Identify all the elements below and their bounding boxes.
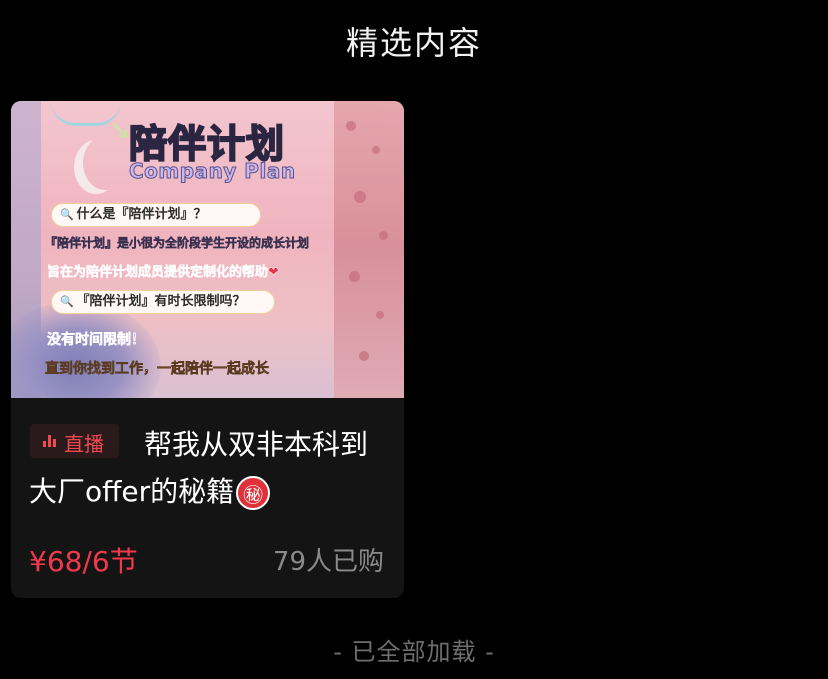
poster-line-3: 没有时间限制！ bbox=[47, 332, 146, 349]
poster-question-1: 🔍 什么是『陪伴计划』？ bbox=[51, 203, 261, 227]
poster-question-2: 🔍 『陪伴计划』有时长限制吗？ bbox=[51, 290, 275, 314]
course-title[interactable]: 帮我从双非本科到大厂offer的秘籍㊙ bbox=[29, 421, 389, 515]
poster-line-2: 旨在为陪伴计划成员提供定制化的帮助❤ bbox=[47, 261, 279, 281]
secret-icon: ㊙ bbox=[236, 476, 271, 510]
poster-line-2-text: 旨在为陪伴计划成员提供定制化的帮助 bbox=[47, 265, 269, 281]
poster-question-2-text: 『陪伴计划』有时长限制吗？ bbox=[76, 294, 246, 309]
course-cover-image[interactable]: ↘ 陪伴计划 Company Plan 🔍 什么是『陪伴计划』？ 『陪伴计划』是… bbox=[11, 101, 404, 398]
poster-line-4: 直到你找到工作，一起陪伴一起成长 bbox=[45, 361, 270, 378]
poster-glow bbox=[11, 301, 161, 398]
load-complete-label: - 已全部加载 - bbox=[333, 638, 495, 666]
poster-subtitle: Company Plan bbox=[129, 159, 296, 184]
search-icon: 🔍 bbox=[60, 208, 74, 221]
course-title-text: 帮我从双非本科到大厂offer的秘籍 bbox=[29, 428, 369, 508]
course-price: ¥68/6节 bbox=[29, 545, 138, 578]
poster-blossoms bbox=[334, 101, 404, 398]
purchase-count: 79人已购 bbox=[272, 547, 384, 577]
search-icon: 🔍 bbox=[60, 295, 74, 308]
poster-line-1: 『陪伴计划』是小很为全阶段学生开设的成长计划 bbox=[45, 236, 310, 251]
heart-icon: ❤ bbox=[268, 265, 279, 281]
page-title: 精选内容 bbox=[345, 24, 482, 62]
course-card[interactable]: ↘ 陪伴计划 Company Plan 🔍 什么是『陪伴计划』？ 『陪伴计划』是… bbox=[11, 101, 404, 598]
poster-question-1-text: 什么是『陪伴计划』？ bbox=[76, 207, 207, 222]
arrow-icon: ↘ bbox=[109, 115, 131, 145]
